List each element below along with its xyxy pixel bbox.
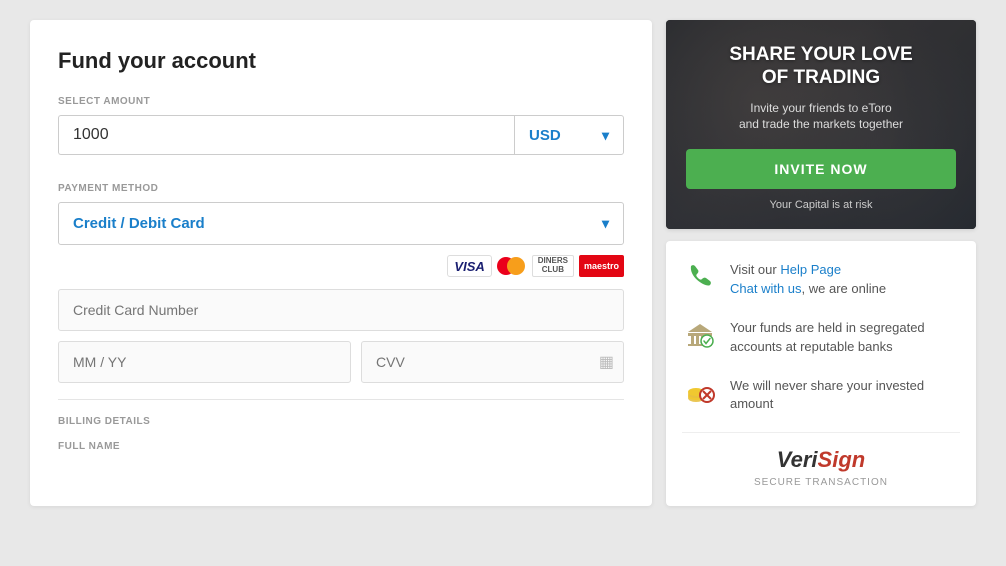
help-page-link[interactable]: Help Page (780, 262, 841, 277)
billing-label: BILLING DETAILS (58, 416, 624, 427)
invite-subtitle: Invite your friends to eToroand trade th… (686, 100, 956, 134)
invite-now-button[interactable]: INVITE NOW (686, 149, 956, 189)
mastercard-logo (497, 256, 527, 276)
cvv-icon: ▦ (599, 352, 614, 372)
info-text-bank: Your funds are held in segregated accoun… (730, 317, 960, 357)
diners-logo: DINERSCLUB (532, 255, 574, 277)
cvv-input[interactable] (361, 341, 624, 383)
payment-method-value: Credit / Debit Card (73, 215, 205, 232)
coins-icon (682, 375, 718, 411)
chevron-down-icon: ▾ (602, 127, 609, 144)
phone-icon (682, 259, 718, 295)
card-number-input[interactable] (58, 289, 624, 331)
verisign-logo: VeriSign (682, 447, 960, 473)
maestro-logo: maestro (579, 255, 624, 277)
page-title: Fund your account (58, 48, 624, 74)
chat-with-us-link[interactable]: Chat with us (730, 281, 802, 296)
info-text-help: Visit our Help Page Chat with us, we are… (730, 259, 886, 299)
capital-risk-text: Your Capital is at risk (686, 199, 956, 211)
amount-input[interactable] (58, 115, 514, 155)
select-amount-label: SELECT AMOUNT (58, 96, 624, 107)
payment-method-label: PAYMENT METHOD (58, 183, 624, 194)
left-panel: Fund your account SELECT AMOUNT USD ▾ PA… (30, 20, 652, 506)
card-logos: VISA DINERSCLUB maestro (58, 255, 624, 277)
invite-title: SHARE YOUR LOVEOF TRADING (686, 44, 956, 90)
invite-content: SHARE YOUR LOVEOF TRADING Invite your fr… (686, 44, 956, 211)
info-item-privacy: We will never share your invested amount (682, 375, 960, 415)
right-panel: SHARE YOUR LOVEOF TRADING Invite your fr… (666, 20, 976, 506)
bank-icon (682, 317, 718, 353)
invite-banner: SHARE YOUR LOVEOF TRADING Invite your fr… (666, 20, 976, 229)
info-text-privacy: We will never share your invested amount (730, 375, 960, 415)
info-card: Visit our Help Page Chat with us, we are… (666, 241, 976, 506)
card-exp-cvv-row: ▦ (58, 341, 624, 383)
verisign-section: VeriSign SECURE TRANSACTION (682, 432, 960, 488)
full-name-label: FULL NAME (58, 441, 624, 452)
page-wrapper: Fund your account SELECT AMOUNT USD ▾ PA… (10, 10, 996, 516)
cvv-wrapper: ▦ (361, 341, 624, 383)
info-item-help: Visit our Help Page Chat with us, we are… (682, 259, 960, 299)
billing-section: BILLING DETAILS FULL NAME (58, 399, 624, 452)
currency-select[interactable]: USD ▾ (514, 115, 624, 155)
visa-logo: VISA (447, 255, 491, 277)
payment-section: PAYMENT METHOD Credit / Debit Card ▾ VIS… (58, 183, 624, 383)
info-item-bank: Your funds are held in segregated accoun… (682, 317, 960, 357)
payment-method-dropdown[interactable]: Credit / Debit Card ▾ (58, 202, 624, 245)
secure-transaction-label: SECURE TRANSACTION (682, 477, 960, 488)
chevron-down-icon: ▾ (602, 215, 609, 232)
expiry-input[interactable] (58, 341, 351, 383)
amount-row: USD ▾ (58, 115, 624, 155)
currency-value: USD (529, 127, 561, 144)
